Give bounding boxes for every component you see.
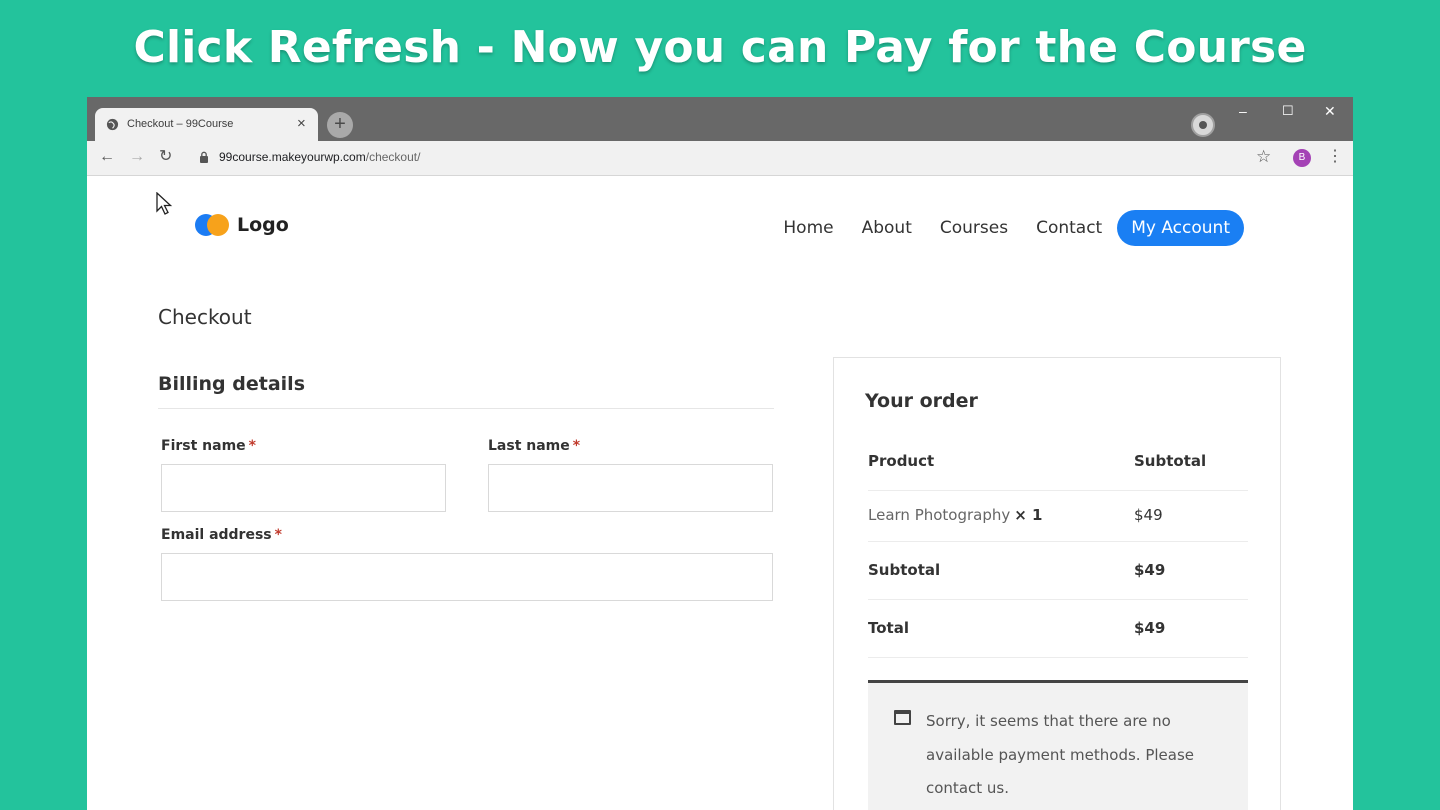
your-order-heading: Your order <box>865 390 978 412</box>
browser-toolbar: ← → ↻ 99course.makeyourwp.com/checkout/ … <box>87 141 1353 176</box>
globe-icon <box>106 118 119 131</box>
tab-strip: Checkout – 99Course × + – ☐ ✕ <box>87 97 1353 141</box>
banner-title: Click Refresh - Now you can Pay for the … <box>133 22 1307 73</box>
bookmark-star-icon[interactable]: ☆ <box>1256 147 1271 167</box>
divider <box>868 657 1248 658</box>
menu-icon[interactable]: ⋮ <box>1327 147 1343 167</box>
subtotal-label: Subtotal <box>868 561 941 579</box>
back-icon[interactable]: ← <box>99 148 115 166</box>
site-logo[interactable]: Logo <box>195 214 289 236</box>
my-account-button[interactable]: My Account <box>1117 210 1244 246</box>
nav-courses[interactable]: Courses <box>940 218 1008 238</box>
total-value: $49 <box>1134 619 1166 637</box>
divider <box>868 490 1248 491</box>
nav-contact[interactable]: Contact <box>1036 218 1102 238</box>
order-item-qty: × 1 <box>1014 506 1043 524</box>
url-host: 99course.makeyourwp.com <box>219 150 366 164</box>
required-mark: * <box>248 438 256 454</box>
divider <box>868 599 1248 600</box>
address-bar[interactable]: 99course.makeyourwp.com/checkout/ <box>219 150 420 164</box>
site-nav: Home About Courses Contact My Account <box>755 210 1244 246</box>
email-label-text: Email address <box>161 527 272 543</box>
order-item-row: Learn Photography × 1 $49 <box>868 506 1248 524</box>
url-path: /checkout/ <box>365 150 421 164</box>
lock-icon <box>200 151 208 163</box>
mouse-cursor-icon <box>156 192 173 215</box>
divider <box>868 541 1248 542</box>
last-name-input[interactable] <box>488 464 773 512</box>
last-name-label-text: Last name <box>488 438 570 454</box>
first-name-input[interactable] <box>161 464 446 512</box>
total-label: Total <box>868 619 909 637</box>
divider <box>158 408 774 409</box>
first-name-label: First name * <box>161 438 256 454</box>
profile-avatar[interactable]: B <box>1293 149 1311 167</box>
total-row: Total $49 <box>868 619 1248 637</box>
tab-title: Checkout – 99Course <box>127 118 234 130</box>
media-control-icon[interactable] <box>1191 113 1215 137</box>
payment-methods-notice: Sorry, it seems that there are no availa… <box>868 680 1248 810</box>
minimize-icon[interactable]: – <box>1239 103 1247 119</box>
last-name-label: Last name * <box>488 438 580 454</box>
email-input[interactable] <box>161 553 773 601</box>
order-header-row: Product Subtotal <box>868 452 1248 470</box>
page-title: Checkout <box>158 305 252 329</box>
subtotal-value: $49 <box>1134 561 1166 579</box>
new-tab-button[interactable]: + <box>327 112 353 138</box>
reload-icon[interactable]: ↻ <box>159 148 172 166</box>
order-item-price: $49 <box>1134 506 1163 524</box>
nav-home[interactable]: Home <box>783 218 833 238</box>
product-column-header: Product <box>868 452 935 470</box>
browser-window: Checkout – 99Course × + – ☐ ✕ ← → ↻ 99co… <box>87 97 1353 810</box>
email-label: Email address * <box>161 527 282 543</box>
browser-tab[interactable]: Checkout – 99Course × <box>95 108 318 141</box>
credit-card-icon <box>894 710 911 725</box>
close-window-icon[interactable]: ✕ <box>1324 103 1336 119</box>
logo-text: Logo <box>237 214 289 236</box>
page-viewport: Logo Home About Courses Contact My Accou… <box>87 177 1353 810</box>
subtotal-column-header: Subtotal <box>1134 452 1207 470</box>
maximize-icon[interactable]: ☐ <box>1282 103 1294 119</box>
subtotal-row: Subtotal $49 <box>868 561 1248 579</box>
order-item-name: Learn Photography <box>868 506 1011 524</box>
payment-unavailable-message: Sorry, it seems that there are no availa… <box>926 712 1195 797</box>
close-tab-icon[interactable]: × <box>297 115 306 133</box>
first-name-label-text: First name <box>161 438 246 454</box>
forward-icon[interactable]: → <box>129 148 145 166</box>
billing-details-heading: Billing details <box>158 373 305 395</box>
order-summary: Your order Product Subtotal Learn Photog… <box>833 357 1281 810</box>
nav-about[interactable]: About <box>862 218 912 238</box>
required-mark: * <box>274 527 282 543</box>
required-mark: * <box>572 438 581 454</box>
logo-mark-icon <box>195 214 231 236</box>
